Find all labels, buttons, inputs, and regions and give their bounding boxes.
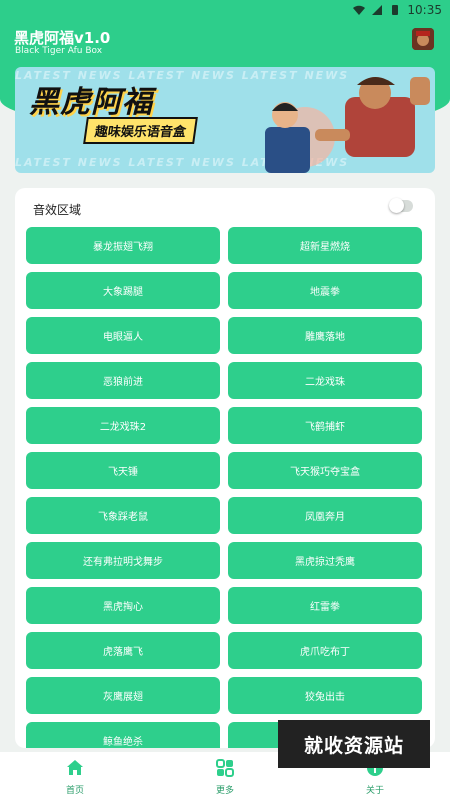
sound-button[interactable]: 凤凰奔月	[228, 497, 422, 534]
sound-button[interactable]: 飞象踩老鼠	[26, 497, 220, 534]
sound-card: 音效区域 暴龙振翅飞翔 超新星燃烧 大象踢腿 地震拳 电眼逼人 雕鹰落地 恶狼前…	[15, 188, 435, 748]
sound-button[interactable]: 地震拳	[228, 272, 422, 309]
sound-button[interactable]: 黑虎掏心	[26, 587, 220, 624]
watermark: 就收资源站	[278, 720, 430, 768]
status-time: 10:35	[407, 3, 442, 17]
nav-label: 关于	[365, 786, 384, 796]
battery-icon	[392, 5, 399, 15]
sound-button[interactable]: 鲸鱼绝杀	[26, 722, 220, 748]
sound-button[interactable]: 雕鹰落地	[228, 317, 422, 354]
app-subtitle: Black Tiger Afu Box	[15, 46, 103, 56]
sound-button-grid: 暴龙振翅飞翔 超新星燃烧 大象踢腿 地震拳 电眼逼人 雕鹰落地 恶狼前进 二龙戏…	[26, 227, 423, 748]
nav-label: 更多	[215, 786, 234, 796]
avatar[interactable]	[412, 28, 434, 50]
character-avatar-icon	[412, 28, 434, 50]
app-title: 黑虎阿福v1.0	[14, 29, 111, 47]
nav-more[interactable]: 更多	[180, 752, 270, 800]
sound-button[interactable]: 虎爪吃布丁	[228, 632, 422, 669]
sound-button[interactable]: 恶狼前进	[26, 362, 220, 399]
nav-label: 首页	[65, 786, 84, 796]
toggle-knob	[389, 198, 404, 213]
banner-title: 黑虎阿福	[29, 85, 153, 120]
wifi-icon	[353, 5, 366, 15]
banner-subtitle: 趣味娱乐语音盒	[83, 117, 198, 144]
sound-button[interactable]: 飞天猴巧夺宝盒	[228, 452, 422, 489]
status-icons: 10:35	[353, 3, 442, 17]
status-bar: 10:35	[0, 0, 450, 22]
home-icon	[67, 760, 83, 775]
sound-button[interactable]: 飞天锤	[26, 452, 220, 489]
sound-button[interactable]: 二龙戏珠2	[26, 407, 220, 444]
sound-toggle[interactable]	[389, 198, 413, 213]
section-label: 音效区域	[33, 203, 82, 217]
sound-button[interactable]: 飞鹤捕虾	[228, 407, 422, 444]
sound-button[interactable]: 电眼逼人	[26, 317, 220, 354]
sound-button[interactable]: 狡兔出击	[228, 677, 422, 714]
sound-button[interactable]: 灰鹰展翅	[26, 677, 220, 714]
nav-home[interactable]: 首页	[30, 752, 120, 800]
fighters-illustration-icon	[265, 77, 430, 173]
sound-button[interactable]: 黑虎掠过秃鹰	[228, 542, 422, 579]
banner[interactable]: LATEST NEWS LATEST NEWS LATEST NEWS LATE…	[15, 67, 435, 173]
sound-button[interactable]: 暴龙振翅飞翔	[26, 227, 220, 264]
sound-button[interactable]: 大象踢腿	[26, 272, 220, 309]
signal-icon	[372, 5, 383, 15]
sound-button[interactable]: 超新星燃烧	[228, 227, 422, 264]
sound-button[interactable]: 虎落鹰飞	[26, 632, 220, 669]
sound-button[interactable]: 红雷拳	[228, 587, 422, 624]
apps-icon	[216, 759, 234, 777]
sound-button[interactable]: 还有弗拉明戈舞步	[26, 542, 220, 579]
sound-button[interactable]: 二龙戏珠	[228, 362, 422, 399]
